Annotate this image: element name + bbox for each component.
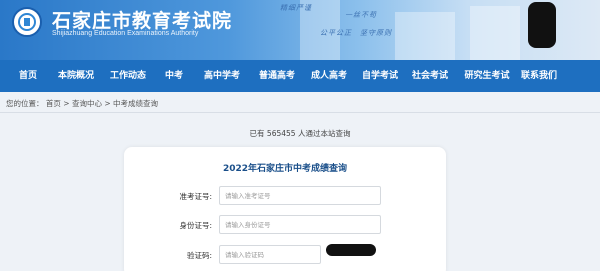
captcha-label: 验证码: xyxy=(186,251,212,260)
nav-item-graduate-exam[interactable]: 研究生考试 xyxy=(456,60,518,92)
nav-item-home[interactable]: 首页 xyxy=(13,60,43,92)
id-number-label: 身份证号: xyxy=(179,221,212,230)
exam-number-input[interactable] xyxy=(219,186,381,205)
nav-item-contact[interactable]: 联系我们 xyxy=(517,60,561,92)
education-authority-logo-icon[interactable] xyxy=(12,7,42,37)
breadcrumb-home[interactable]: 首页 xyxy=(46,99,61,108)
query-form-card: 2022年石家庄市中考成绩查询 准考证号: 身份证号: 验证码: xyxy=(124,147,446,271)
breadcrumb-current: 中考成绩查询 xyxy=(113,99,159,108)
captcha-input[interactable] xyxy=(219,245,321,264)
breadcrumb-query-center[interactable]: 查询中心 xyxy=(72,99,102,108)
slogan-text: 坚守原则 xyxy=(360,29,392,37)
nav-item-zhongkao[interactable]: 中考 xyxy=(160,60,188,92)
site-title[interactable]: 石家庄市教育考试院 xyxy=(52,6,232,33)
nav-item-gaokao[interactable]: 普通高考 xyxy=(252,60,302,92)
breadcrumb-separator: > xyxy=(63,99,70,108)
site-subtitle: Shijiazhuang Education Examinations Auth… xyxy=(52,30,199,37)
redacted-area xyxy=(528,2,556,48)
id-number-input[interactable] xyxy=(219,215,381,234)
visit-count-text: 已有 565455 人通过本站查询 xyxy=(249,129,351,138)
form-title: 2022年石家庄市中考成绩查询 xyxy=(222,164,348,174)
nav-item-self-study-exam[interactable]: 自学考试 xyxy=(355,60,405,92)
breadcrumb-prefix: 您的位置： xyxy=(6,99,44,108)
divider xyxy=(0,112,600,113)
nav-item-adult-exam[interactable]: 成人高考 xyxy=(304,60,354,92)
breadcrumb: 您的位置： 首页 > 查询中心 > 中考成绩查询 xyxy=(6,98,158,109)
captcha-image[interactable] xyxy=(326,244,376,256)
nav-item-gaozhong-xuekao[interactable]: 高中学考 xyxy=(197,60,247,92)
nav-item-about[interactable]: 本院概况 xyxy=(52,60,100,92)
slogan-text: 精细严谨 xyxy=(280,4,312,12)
header-building-decoration xyxy=(395,12,455,60)
slogan-text: 一丝不苟 xyxy=(345,11,377,19)
breadcrumb-separator: > xyxy=(104,99,111,108)
site-header: 石家庄市教育考试院 Shijiazhuang Education Examina… xyxy=(0,0,600,60)
nav-item-news[interactable]: 工作动态 xyxy=(104,60,152,92)
nav-item-social-exam[interactable]: 社会考试 xyxy=(405,60,455,92)
slogan-text: 公平公正 xyxy=(320,29,352,37)
header-building-decoration xyxy=(470,6,520,60)
exam-number-label: 准考证号: xyxy=(179,192,212,201)
main-navigation: 首页 本院概况 工作动态 中考 高中学考 普通高考 成人高考 自学考试 社会考试… xyxy=(0,60,600,92)
